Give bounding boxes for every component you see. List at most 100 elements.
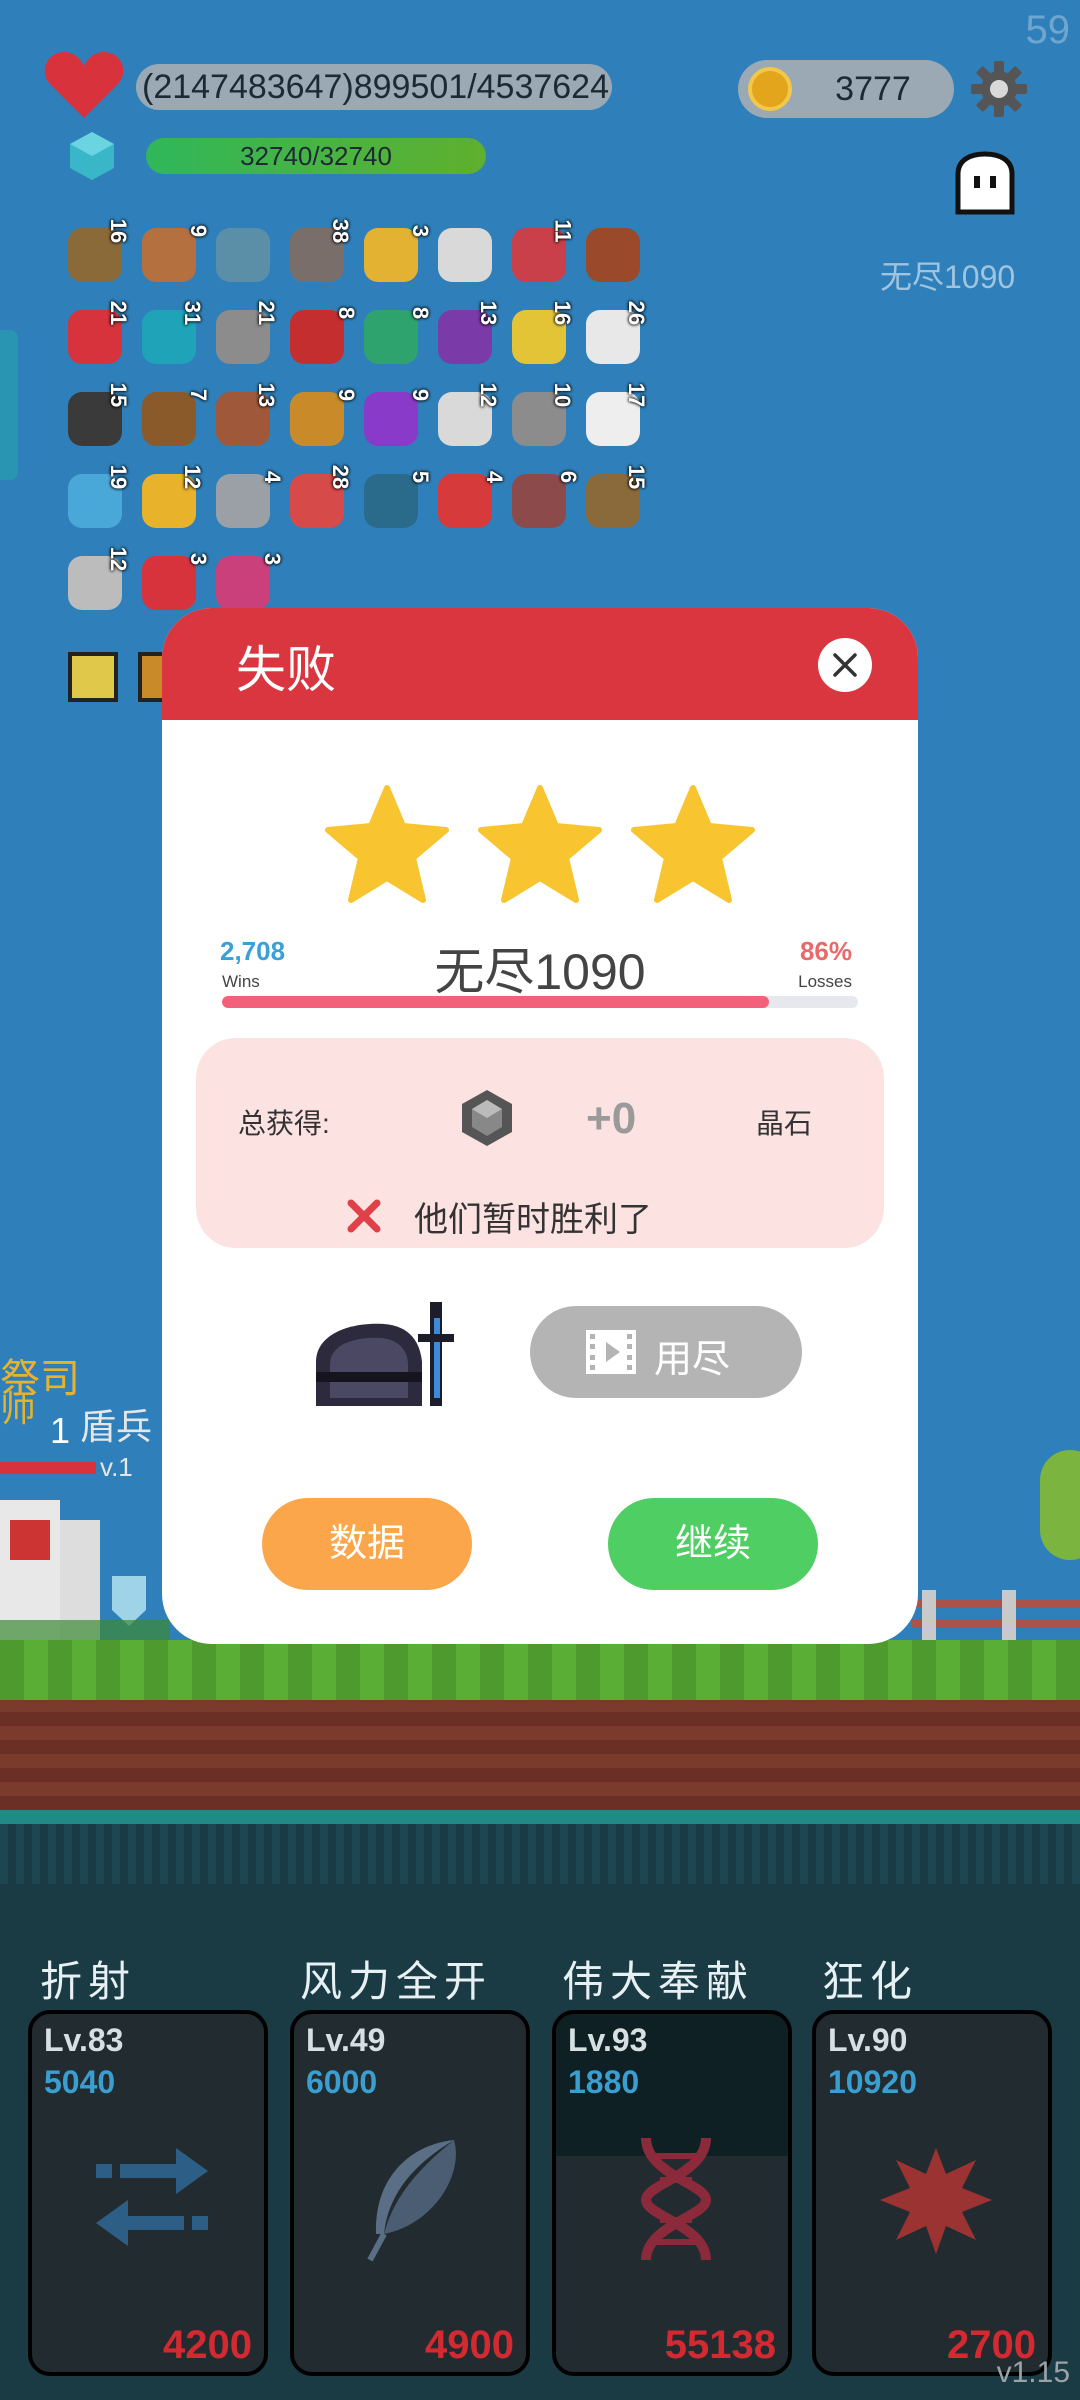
item-count: 3 (407, 224, 433, 238)
tombstone-icon[interactable]: 6 (508, 468, 581, 530)
star-icon (325, 785, 449, 903)
item-count: 16 (549, 300, 575, 326)
apple-icon[interactable]: 8 (286, 304, 359, 366)
win-loss-progress (222, 996, 858, 1008)
star-icon (631, 785, 755, 903)
rock-icon[interactable]: 38 (286, 219, 353, 284)
item-count: 15 (105, 382, 131, 408)
heart-icon (44, 52, 124, 118)
badge-icon[interactable]: 11 (508, 219, 575, 284)
skill-price: 4900 (425, 2323, 514, 2367)
jar-icon[interactable]: 3 (212, 550, 285, 612)
data-button[interactable]: 数据 (262, 1498, 472, 1590)
feather-icon (367, 2140, 456, 2262)
item-art (438, 228, 492, 282)
dagger-icon[interactable]: 16 (64, 219, 131, 284)
continue-button-label: 继续 (674, 1523, 751, 1565)
fish-icon[interactable]: 5 (360, 468, 433, 530)
wins-label: Wins (222, 972, 260, 991)
ghost-item-icon[interactable]: 17 (582, 383, 649, 448)
skill-cost: 10920 (828, 2064, 917, 2100)
helmet-sword-icon (316, 1302, 454, 1406)
item-art (216, 228, 270, 282)
pill-icon[interactable]: 28 (286, 465, 353, 530)
side-drawer-tab[interactable] (0, 330, 18, 480)
dna-icon (640, 2137, 712, 2261)
item-count: 12 (475, 382, 501, 408)
orb-icon[interactable]: 9 (360, 386, 433, 448)
wins-count: 2,708 (220, 936, 286, 966)
dice-icon[interactable]: 26 (582, 301, 649, 366)
glove-icon[interactable] (434, 222, 496, 284)
relic-icon[interactable] (68, 652, 118, 702)
loss-label: Losses (798, 972, 852, 991)
fence-sprite (912, 1590, 1080, 1640)
potion-icon[interactable]: 19 (64, 465, 131, 530)
item-count: 19 (105, 464, 131, 490)
item-count: 12 (179, 464, 205, 490)
close-button[interactable] (818, 638, 872, 692)
item-count: 4 (259, 470, 285, 484)
skill-card-berserk[interactable]: Lv.90 10920 2700 (812, 2010, 1052, 2376)
ghost-icon[interactable] (950, 150, 1020, 220)
cake-icon[interactable]: 13 (212, 383, 279, 448)
bulb-icon[interactable]: 12 (434, 383, 501, 448)
watermelon-icon[interactable]: 3 (138, 550, 211, 612)
item-count: 12 (105, 546, 131, 572)
pot-icon[interactable]: 15 (64, 383, 131, 448)
book-icon[interactable]: 9 (286, 386, 359, 448)
hex-crystal-icon[interactable]: 31 (138, 301, 205, 366)
sunflower-icon[interactable]: 12 (138, 465, 205, 530)
hearts-icon[interactable]: 4 (434, 468, 507, 530)
gain-value: +0 (586, 1094, 637, 1143)
item-count: 5 (407, 470, 433, 484)
item-count: 13 (475, 300, 501, 326)
defeat-dialog: 失败 2,708 Wins 无尽1090 86% Losses 总获得: +0 … (162, 608, 918, 1644)
skill-name: 折射 (40, 1958, 137, 2005)
magnifier-icon[interactable] (212, 222, 274, 284)
item-count: 6 (555, 470, 581, 484)
mace-icon[interactable]: 21 (212, 301, 279, 366)
tree-sprite (1040, 1450, 1080, 1560)
skill-price: 55138 (664, 2323, 776, 2367)
skill-card-full-wind[interactable]: Lv.49 6000 4900 (290, 2010, 530, 2376)
ring-icon[interactable]: 3 (360, 222, 433, 284)
item-count: 11 (550, 219, 576, 243)
item-count: 9 (407, 388, 433, 402)
hero-sprites (0, 1500, 170, 1650)
hp-bar: (2147483647)899501/4537624 (136, 64, 612, 110)
item-count: 17 (623, 382, 649, 408)
skill-card-great-devotion[interactable]: Lv.93 1880 55138 (552, 2010, 792, 2376)
skill-card-refraction[interactable]: Lv.83 5040 4200 (28, 2010, 268, 2376)
star-icon (478, 785, 602, 903)
item-count: 7 (185, 388, 211, 402)
item-count: 26 (623, 300, 649, 326)
axe-icon[interactable]: 10 (508, 383, 575, 448)
chest-icon[interactable] (582, 222, 644, 284)
letter-icon[interactable]: 12 (64, 547, 131, 612)
item-count: 21 (105, 300, 131, 326)
progress-fill (222, 996, 769, 1008)
skill-name: 风力全开 (300, 1958, 493, 2005)
coin-value: 3777 (835, 70, 911, 108)
fps-counter: 59 (1025, 8, 1071, 52)
hat-icon[interactable]: 13 (434, 301, 501, 366)
meteor-icon[interactable]: 7 (138, 386, 211, 448)
plant-icon[interactable]: 8 (360, 304, 433, 366)
skill-cost: 1880 (568, 2064, 640, 2100)
gear-icon[interactable] (970, 60, 1028, 118)
version-label: v1.15 (996, 2356, 1070, 2389)
reward-summary: 总获得: +0 晶石 他们暂时胜利了 (196, 1038, 884, 1248)
shield-round-icon[interactable]: 9 (138, 222, 211, 284)
dialog-title: 失败 (236, 642, 336, 698)
dialog-header: 失败 (162, 608, 918, 720)
continue-button[interactable]: 继续 (608, 1498, 818, 1590)
strawberry-icon[interactable]: 21 (64, 301, 131, 366)
watch-ad-button[interactable]: 用尽 (530, 1306, 802, 1398)
crossbow-icon[interactable]: 15 (582, 465, 649, 530)
hook-icon[interactable]: 4 (212, 468, 285, 530)
fail-x-icon (347, 1199, 381, 1233)
wand-icon[interactable]: 16 (508, 301, 575, 366)
shield-gem-icon (70, 132, 114, 180)
item-count: 4 (481, 470, 507, 484)
